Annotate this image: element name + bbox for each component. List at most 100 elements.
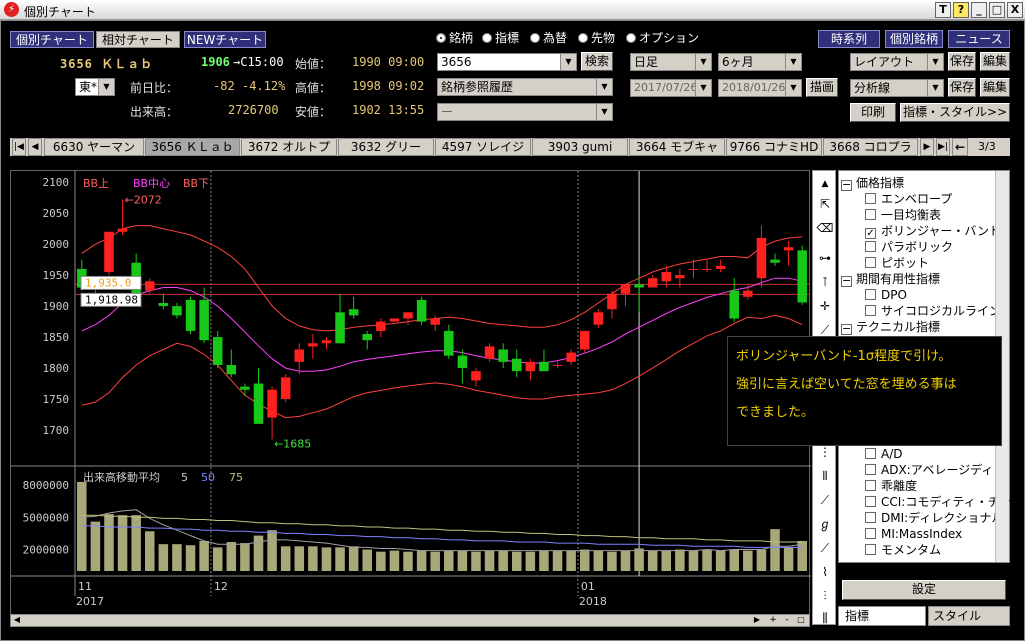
checkbox-icon[interactable] [865,464,876,475]
checkbox-icon[interactable] [865,305,876,316]
checkbox-icon[interactable] [865,257,876,268]
analysis-edit-button[interactable]: 編集 [980,78,1010,97]
tool-collapse-icon[interactable]: ▲ [814,173,836,195]
layout-edit-button[interactable]: 編集 [980,52,1010,71]
radio-forex[interactable]: 為替 [530,29,567,46]
zoom-in-icon[interactable]: + [767,615,779,626]
stock-tab[interactable]: 3903 gumi [532,138,628,156]
group-price-indicators[interactable]: − 価格指標 [841,175,904,191]
chart-canvas[interactable]: 2100 2050 2000 1950 1900 1850 1800 1750 1700 8000… [11,171,811,616]
stock-tab[interactable]: 3668 コロプラ [823,138,918,156]
gann-icon[interactable]: ℊ [814,513,836,535]
checkbox-icon[interactable] [865,448,876,459]
checkbox-icon[interactable] [865,289,876,300]
search-button[interactable]: 検索 [581,52,613,71]
print-button[interactable]: 印刷 [850,103,896,122]
help-button[interactable]: ? [953,2,969,18]
radio-index[interactable]: 指標 [482,29,519,46]
indicator-momentum[interactable]: モメンタム [865,542,941,558]
news-button[interactable]: ニュース [948,30,1010,48]
tab-prev-icon[interactable]: ◀ [28,138,42,156]
stock-tab[interactable]: 9766 コナミHD [726,138,822,156]
group-technical-indicators[interactable]: − テクニカル指標 [841,319,940,335]
tab-first-icon[interactable]: |◀ [12,138,26,156]
stock-tab-active[interactable]: 3656 ＫＬａｂ [145,138,240,156]
stock-code-input[interactable]: 3656 ▼ [437,53,577,71]
minimize-button[interactable]: _ [971,2,987,18]
layout-save-button[interactable]: 保存 [948,52,976,71]
checkbox-icon[interactable] [865,544,876,555]
layout-select[interactable]: レイアウト ▼ [850,53,944,71]
back-arrow-icon[interactable]: ← [952,138,968,156]
market-select[interactable]: 東* ▼ [75,78,115,96]
stock-tab[interactable]: 3664 モブキャス [629,138,725,171]
indicator-dpo[interactable]: DPO [865,287,907,303]
indicator-style-button[interactable]: 指標・スタイル>> [900,103,1010,122]
eraser-icon[interactable]: ⌫ [814,217,836,239]
collapse-icon[interactable]: − [841,179,852,191]
checkbox-icon[interactable] [865,241,876,252]
indicator-mi[interactable]: MI:MassIndex [865,526,962,542]
crosshair-icon[interactable]: ✛ [814,295,836,317]
stock-tab[interactable]: 6630 ヤーマン [44,138,144,156]
zoom-out-icon[interactable]: - [781,615,793,626]
checkbox-icon[interactable] [865,193,876,204]
checkbox-icon[interactable] [865,512,876,523]
collapse-icon[interactable]: − [841,323,852,335]
interval-select[interactable]: 日足 ▼ [630,53,712,71]
from-date[interactable]: 2017/07/26 ▼ [630,79,712,97]
scroll-right-icon[interactable]: ▶ [751,615,763,626]
horizontal-line-icon[interactable]: ⊶ [814,247,836,269]
checkbox-icon[interactable] [865,209,876,220]
indicator-ichimoku[interactable]: 一目均衡表 [865,207,941,223]
indicator-envelope[interactable]: エンベロープ [865,191,952,207]
to-date[interactable]: 2018/01/26 ▼ [718,79,802,97]
period-icon[interactable]: ⫼ [814,607,836,629]
pointer-icon[interactable]: ⇱ [814,193,836,215]
group-period-indicators[interactable]: − 期間有用性指標 [841,271,940,287]
timeseries-button[interactable]: 時系列 [818,30,880,48]
radio-options[interactable]: オプション [626,29,699,46]
radio-futures[interactable]: 先物 [578,29,615,46]
fan-icon[interactable]: ⫴ [814,465,836,487]
channel-icon[interactable]: ⟋ [814,489,836,511]
indicator-pivot[interactable]: ピボット [865,255,929,271]
level-icon[interactable]: ⫶ [814,585,836,607]
draw-button[interactable]: 描画 [806,78,838,97]
text-mode-button[interactable]: T [935,2,951,18]
stock-tab[interactable]: 4597 ソレイジア [435,138,531,171]
horizontal-scrollbar[interactable]: ◀ ▶ + - □ [10,614,810,627]
price-chart[interactable]: 2100 2050 2000 1950 1900 1850 1800 1750 1700 8000… [10,170,811,616]
tab-next-icon[interactable]: ▶ [920,138,934,156]
stock-tab[interactable]: 3632 グリー [338,138,434,156]
tab-relative-chart[interactable]: 相対チャート [96,31,180,48]
indicator-bollinger[interactable]: ✓ ボリンジャー・バンド [865,223,1001,239]
maximize-button[interactable]: □ [989,2,1005,18]
checkbox-icon[interactable] [865,480,876,491]
analysis-save-button[interactable]: 保存 [948,78,976,97]
panel-tab-indicators[interactable]: 指標 [838,606,926,626]
tab-last-icon[interactable]: ▶| [936,138,950,156]
indicator-deviation[interactable]: 乖離度 [865,478,917,494]
close-button[interactable]: X [1007,2,1023,18]
span-select[interactable]: 6ヶ月 ▼ [718,53,802,71]
indicator-psychological[interactable]: サイコロジカルライン [865,303,1001,319]
tab-new-chart[interactable]: NEWチャート [184,31,266,48]
checkbox-icon[interactable] [865,496,876,507]
ray-icon[interactable]: ⟋ [814,537,836,559]
tab-individual-chart[interactable]: 個別チャート [10,31,94,48]
cycle-icon[interactable]: ⌇ [814,561,836,583]
radio-stock[interactable]: 銘柄 [436,29,473,46]
indicator-adx[interactable]: ADX:アベレージディレ [865,462,1005,478]
individual-stock-button[interactable]: 個別銘柄 [885,30,943,48]
collapse-icon[interactable]: − [841,275,852,287]
indicator-ad[interactable]: A/D [865,446,903,462]
history-select[interactable]: 銘柄参照履歴 ▼ [437,78,613,96]
panel-tab-style[interactable]: スタイル [928,606,1010,626]
indicator-dmi[interactable]: DMI:ディレクショナル [865,510,1003,526]
analysis-line-select[interactable]: 分析線 ▼ [850,79,944,97]
checkbox-checked-icon[interactable]: ✓ [865,228,876,239]
scroll-left-icon[interactable]: ◀ [11,615,23,626]
indicator-cci[interactable]: CCI:コモディティ・チャ [865,494,1012,510]
vertical-line-icon[interactable]: ⊺ [814,271,836,293]
